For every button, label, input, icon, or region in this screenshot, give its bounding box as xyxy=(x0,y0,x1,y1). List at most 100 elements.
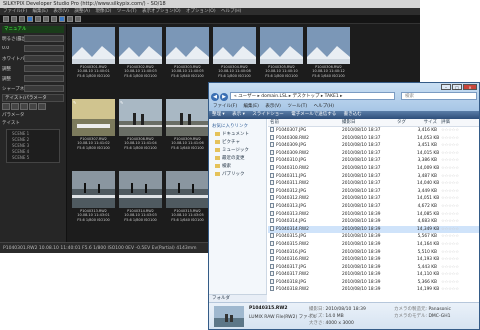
thumbnail[interactable]: ✎ P1040307.RW2 10.08.10 11:41:02 F5.6 1/800… xyxy=(72,99,115,159)
column-name[interactable]: 名前 xyxy=(268,119,340,126)
straighten-tool-icon[interactable] xyxy=(29,103,37,110)
nav-music[interactable]: ミュージック xyxy=(209,147,266,155)
brush-tool-icon[interactable] xyxy=(38,103,46,110)
rating-stars[interactable]: ☆☆☆☆☆ xyxy=(439,233,479,241)
rating-stars[interactable]: ☆☆☆☆☆ xyxy=(439,256,479,264)
file-row[interactable]: P1040318.JPG 2010/08/10 18:39 5,366 KB ☆☆☆☆… xyxy=(268,278,479,287)
spot-tool-icon[interactable] xyxy=(20,103,28,110)
nav-pictures[interactable]: ピクチャ xyxy=(209,139,266,147)
mode-header[interactable]: マニュアル xyxy=(2,26,64,33)
rating-stars[interactable]: ☆☆☆☆☆ xyxy=(439,226,479,234)
control-row[interactable]: シャープネス xyxy=(2,84,64,93)
taste-panel-header[interactable]: テイスト/パラメータ xyxy=(2,94,64,102)
file-row[interactable]: P1040315.RW2 2010/08/10 18:39 14,164 KB ☆☆☆… xyxy=(268,240,479,249)
file-row[interactable]: P1040308.RW2 2010/08/10 18:37 14,053 KB ☆☆☆… xyxy=(268,134,479,143)
menu-options[interactable]: オプション(O) xyxy=(186,9,216,14)
menu-file[interactable]: ファイル(F) xyxy=(3,9,27,14)
thumbnail[interactable]: P1040314.RW2 10.08.10 11:43:03 F5.6 1/800 … xyxy=(119,171,162,231)
rating-stars[interactable]: ☆☆☆☆☆ xyxy=(439,241,479,249)
rating-stars[interactable]: ☆☆☆☆☆ xyxy=(439,157,479,165)
file-row[interactable]: P1040316.RW2 2010/08/10 18:39 14,193 KB ☆☆☆… xyxy=(268,256,479,264)
settings-icon[interactable] xyxy=(75,16,81,22)
menu-edit[interactable]: 編集(E) xyxy=(244,104,259,109)
nav-documents[interactable]: ドキュメント xyxy=(209,131,266,139)
menu-develop[interactable]: 現像(D) xyxy=(95,9,111,14)
rating-stars[interactable]: ☆☆☆☆☆ xyxy=(439,180,479,188)
file-row[interactable]: P1040318.RW2 2010/08/10 18:39 14,199 KB ☆☆☆… xyxy=(268,286,479,294)
rating-stars[interactable]: ☆☆☆☆☆ xyxy=(439,203,479,211)
views-button[interactable]: 表示 ▾ xyxy=(232,112,245,117)
rating-stars[interactable]: ☆☆☆☆☆ xyxy=(439,165,479,173)
save-icon[interactable] xyxy=(11,16,17,22)
rating-stars[interactable]: ☆☆☆☆☆ xyxy=(439,127,479,135)
rating-stars[interactable]: ☆☆☆☆☆ xyxy=(439,279,479,287)
menu-tools[interactable]: ツール(T) xyxy=(287,104,307,109)
rating-stars[interactable]: ☆☆☆☆☆ xyxy=(439,173,479,181)
control-row[interactable]: 0.0 xyxy=(2,44,64,53)
file-row[interactable]: P1040312.JPG 2010/08/10 18:37 3,449 KB ☆☆☆☆… xyxy=(268,187,479,196)
rating-stars[interactable]: ☆☆☆☆☆ xyxy=(439,150,479,158)
dropdown[interactable] xyxy=(24,75,64,82)
dropdown[interactable] xyxy=(24,35,64,42)
file-row[interactable]: P1040312.RW2 2010/08/10 18:37 14,051 KB ☆☆☆… xyxy=(268,195,479,203)
zoom-icon[interactable] xyxy=(67,16,73,22)
nav-search[interactable]: 検索 xyxy=(209,163,266,171)
file-row[interactable]: P1040309.RW2 2010/08/10 18:37 14,015 KB ☆☆☆… xyxy=(268,149,479,158)
file-row[interactable]: P1040317.JPG 2010/08/10 18:39 5,443 KB ☆☆☆☆… xyxy=(268,263,479,272)
menu-tools[interactable]: ツール(T) xyxy=(117,9,137,14)
file-row[interactable]: P1040311.JPG 2010/08/10 18:37 3,487 KB ☆☆☆☆… xyxy=(268,172,479,181)
thumbnail[interactable]: P1040313.RW2 10.08.10 11:43:01 F5.6 1/800 … xyxy=(72,171,115,231)
file-row[interactable]: P1040313.JPG 2010/08/10 18:37 4,672 KB ☆☆☆☆… xyxy=(268,202,479,211)
control-row[interactable]: 明るさ(露出) xyxy=(2,34,64,43)
nav-public[interactable]: パブリック xyxy=(209,171,266,179)
rating-stars[interactable]: ☆☆☆☆☆ xyxy=(439,142,479,150)
rating-stars[interactable]: ☆☆☆☆☆ xyxy=(439,249,479,257)
email-button[interactable]: 電子メールで送信する xyxy=(291,112,336,117)
address-bar[interactable]: « ユーザー ▸ domain.LSL ▸ デスクトップ ▸ TAKE1 ▸ xyxy=(230,92,395,100)
thumbnail[interactable]: P1040305.RW2 10.08.10 11:40:10 F5.6 1/800 … xyxy=(260,27,303,87)
minimize-button[interactable]: – xyxy=(441,84,451,90)
maximize-button[interactable]: □ xyxy=(452,84,462,90)
undo-icon[interactable] xyxy=(19,16,25,22)
file-row[interactable]: P1040310.RW2 2010/08/10 18:37 14,009 KB ☆☆☆… xyxy=(268,164,479,173)
forward-icon[interactable]: ▶ xyxy=(220,92,228,101)
dropdown[interactable] xyxy=(24,55,64,62)
file-row[interactable]: P1040315.JPG 2010/08/10 18:39 5,567 KB ☆☆☆☆… xyxy=(268,233,479,241)
menu-help[interactable]: ヘルプ(H) xyxy=(314,104,334,109)
file-row[interactable]: P1040310.JPG 2010/08/10 18:37 3,386 KB ☆☆☆☆… xyxy=(268,157,479,165)
thumbnail[interactable]: P1040309.RW2 10.08.10 11:41:06 F5.6 1/640 … xyxy=(166,99,209,159)
file-row[interactable]: P1040317.RW2 2010/08/10 18:39 14,110 KB ☆☆☆… xyxy=(268,271,479,279)
thumbnail[interactable]: P1040315.RW2 10.08.10 11:43:05 F5.6 1/640 … xyxy=(166,171,209,231)
rating-stars[interactable]: ☆☆☆☆☆ xyxy=(439,195,479,203)
file-row[interactable]: P1040314.JPG 2010/08/10 18:39 4,683 KB ☆☆☆☆… xyxy=(268,218,479,226)
menu-view[interactable]: 表示(V) xyxy=(53,9,69,14)
single-view-icon[interactable] xyxy=(43,16,49,22)
rating-stars[interactable]: ☆☆☆☆☆ xyxy=(439,135,479,143)
grid-view-icon[interactable] xyxy=(35,16,41,22)
thumbnail[interactable]: P1040304.RW2 10.08.10 11:40:08 F5.6 1/800 … xyxy=(213,27,256,87)
column-date[interactable]: 撮影日 xyxy=(340,119,395,126)
thumbnail[interactable]: P1040303.RW2 10.08.10 11:40:05 F5.6 1/640 … xyxy=(166,27,209,87)
menu-edit[interactable]: 編集(E) xyxy=(33,9,48,14)
rating-stars[interactable]: ☆☆☆☆☆ xyxy=(439,211,479,219)
search-input[interactable]: 検索 xyxy=(401,92,477,100)
back-icon[interactable]: ◀ xyxy=(211,92,219,101)
rating-stars[interactable]: ☆☆☆☆☆ xyxy=(439,271,479,279)
close-button[interactable]: × xyxy=(463,84,477,90)
file-row[interactable]: P1040314.RW2 2010/08/10 18:39 14,349 KB ☆☆☆… xyxy=(268,225,479,234)
nav-recent[interactable]: 最近の変更 xyxy=(209,155,266,163)
dropdown[interactable] xyxy=(24,65,64,72)
menu-view[interactable]: 表示(V) xyxy=(265,104,281,109)
file-row[interactable]: P1040311.RW2 2010/08/10 18:37 14,040 KB ☆☆☆… xyxy=(268,180,479,188)
burn-button[interactable]: 書き込む xyxy=(344,112,362,117)
file-row[interactable]: P1040313.RW2 2010/08/10 18:39 14,085 KB ☆☆☆… xyxy=(268,210,479,219)
organize-button[interactable]: 整理 ▾ xyxy=(212,112,225,117)
control-row[interactable]: 調整 xyxy=(2,74,64,83)
dropdown[interactable] xyxy=(24,85,64,92)
open-icon[interactable] xyxy=(3,16,9,22)
file-row[interactable]: P1040307.JPG 2010/08/10 18:37 3,416 KB ☆☆☆☆… xyxy=(268,127,479,135)
rotate-icon[interactable] xyxy=(59,16,65,22)
thumbnail[interactable]: P1040306.RW2 10.08.10 11:40:12 F5.6 1/640 … xyxy=(307,27,350,87)
rating-stars[interactable]: ☆☆☆☆☆ xyxy=(439,286,479,294)
menu-view-options[interactable]: 表示オプション(O) xyxy=(142,9,181,14)
